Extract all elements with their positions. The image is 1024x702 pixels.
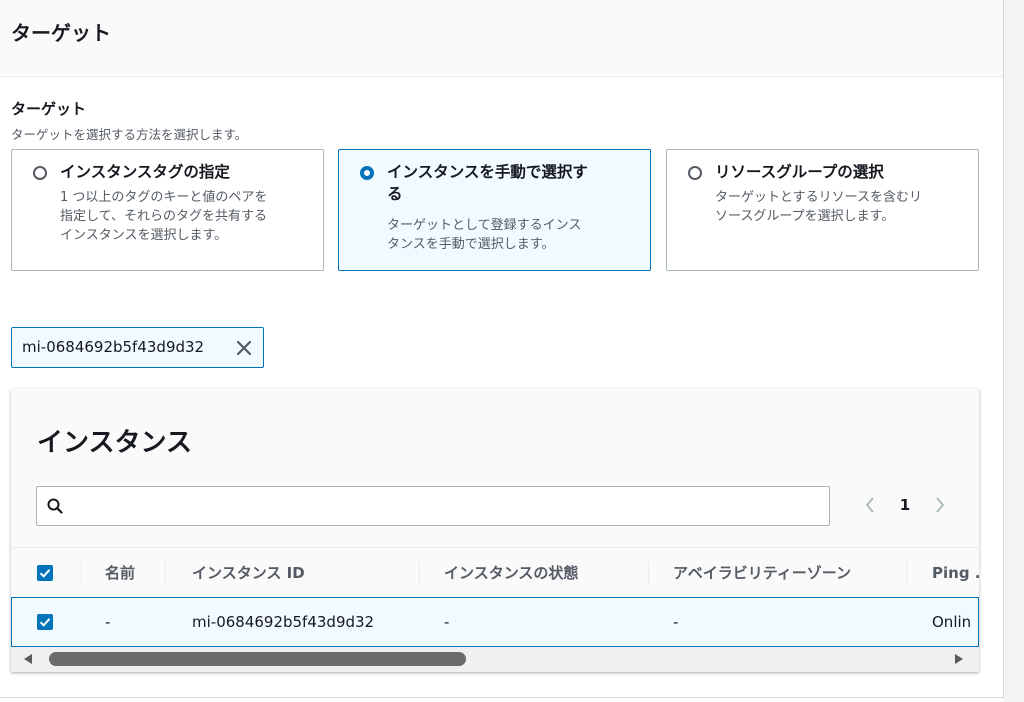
cell-ping: Onlin <box>932 613 972 631</box>
tile-title-line: る <box>387 185 403 203</box>
tile-description: 1 つ以上のタグのキーと値のペアを 指定して、それらのタグを共有する インスタン… <box>60 188 311 245</box>
tile-desc-line: インスタンスを選択します。 <box>60 228 228 243</box>
tile-description: ターゲットとして登録するインス タンスを手動で選択します。 <box>387 216 638 254</box>
cell-instance-id: mi-0684692b5f43d9d32 <box>192 613 375 631</box>
table-row[interactable]: - mi-0684692b5f43d9d32 - - Onlin <box>11 597 979 647</box>
tile-title-line: インスタンスを手動で選択す <box>387 163 588 181</box>
radio-button[interactable] <box>688 166 702 180</box>
column-divider <box>906 561 907 585</box>
table-header-area: インスタンス 1 <box>11 389 979 547</box>
tile-desc-line: ターゲットとするリソースを含むリ <box>715 190 922 205</box>
column-header-instance-id[interactable]: インスタンス ID <box>192 548 305 598</box>
next-page-button[interactable] <box>932 493 948 517</box>
scrollbar-thumb[interactable] <box>49 652 466 666</box>
horizontal-scrollbar[interactable] <box>11 647 979 672</box>
tile-desc-line: ソースグループを選択します。 <box>715 209 895 224</box>
select-all-checkbox[interactable] <box>37 565 53 581</box>
section-title: ターゲット <box>11 21 111 45</box>
targets-label: ターゲット <box>11 100 87 118</box>
radio-button[interactable] <box>33 166 47 180</box>
token-label: mi-0684692b5f43d9d32 <box>22 338 205 356</box>
close-icon[interactable] <box>234 338 254 358</box>
page-scroll-gutter <box>1004 0 1024 702</box>
table-header-row: 名前 インスタンス ID インスタンスの状態 アベイラビリティーゾーン Ping… <box>11 547 979 599</box>
column-header-ping[interactable]: Ping ... <box>932 548 979 598</box>
tile-title: リソースグループの選択 <box>715 163 884 181</box>
column-divider <box>648 561 649 585</box>
tile-desc-line: 1 つ以上のタグのキーと値のペアを <box>60 190 268 205</box>
tile-choose-resource-group[interactable]: リソースグループの選択 ターゲットとするリソースを含むリ ソースグループを選択し… <box>666 149 979 271</box>
search-input[interactable] <box>36 486 830 526</box>
table-title: インスタンス <box>37 428 192 458</box>
tile-specify-instance-tags[interactable]: インスタンスタグの指定 1 つ以上のタグのキーと値のペアを 指定して、それらのタ… <box>11 149 324 271</box>
column-divider <box>419 561 420 585</box>
radio-button-selected[interactable] <box>360 166 374 180</box>
cell-availability-zone: - <box>673 613 679 631</box>
instances-table-card: インスタンス 1 名前 インスタンス ID インスタンスの状態 アベイラビリティ… <box>11 389 979 672</box>
cell-instance-state: - <box>444 613 450 631</box>
column-header-name[interactable]: 名前 <box>105 548 135 598</box>
tile-title: インスタンスタグの指定 <box>60 163 230 181</box>
targets-description: ターゲットを選択する方法を選択します。 <box>11 127 248 142</box>
tile-title: インスタンスを手動で選択す る <box>387 161 638 205</box>
scroll-right-arrow-icon[interactable] <box>955 654 963 664</box>
column-divider <box>165 561 166 585</box>
previous-page-button[interactable] <box>862 493 878 517</box>
selected-instance-token: mi-0684692b5f43d9d32 <box>11 327 264 368</box>
column-header-instance-state[interactable]: インスタンスの状態 <box>444 548 578 598</box>
tile-desc-line: ターゲットとして登録するインス <box>387 218 582 233</box>
tile-desc-line: 指定して、それらのタグを共有する <box>60 209 267 224</box>
tile-choose-instances-manually[interactable]: インスタンスを手動で選択す る ターゲットとして登録するインス タンスを手動で選… <box>338 149 651 271</box>
cell-name: - <box>105 613 111 631</box>
current-page-number[interactable]: 1 <box>898 493 912 517</box>
section-header: ターゲット <box>0 0 1003 77</box>
tile-desc-line: タンスを手動で選択します。 <box>387 237 555 252</box>
scroll-left-arrow-icon[interactable] <box>24 654 32 664</box>
row-checkbox[interactable] <box>37 614 53 630</box>
column-header-availability-zone[interactable]: アベイラビリティーゾーン <box>673 548 851 598</box>
search-icon <box>47 498 63 514</box>
tile-description: ターゲットとするリソースを含むリ ソースグループを選択します。 <box>715 188 966 226</box>
column-divider <box>81 561 82 585</box>
target-panel: ターゲット ターゲット ターゲットを選択する方法を選択します。 インスタンスタグ… <box>0 0 1004 698</box>
